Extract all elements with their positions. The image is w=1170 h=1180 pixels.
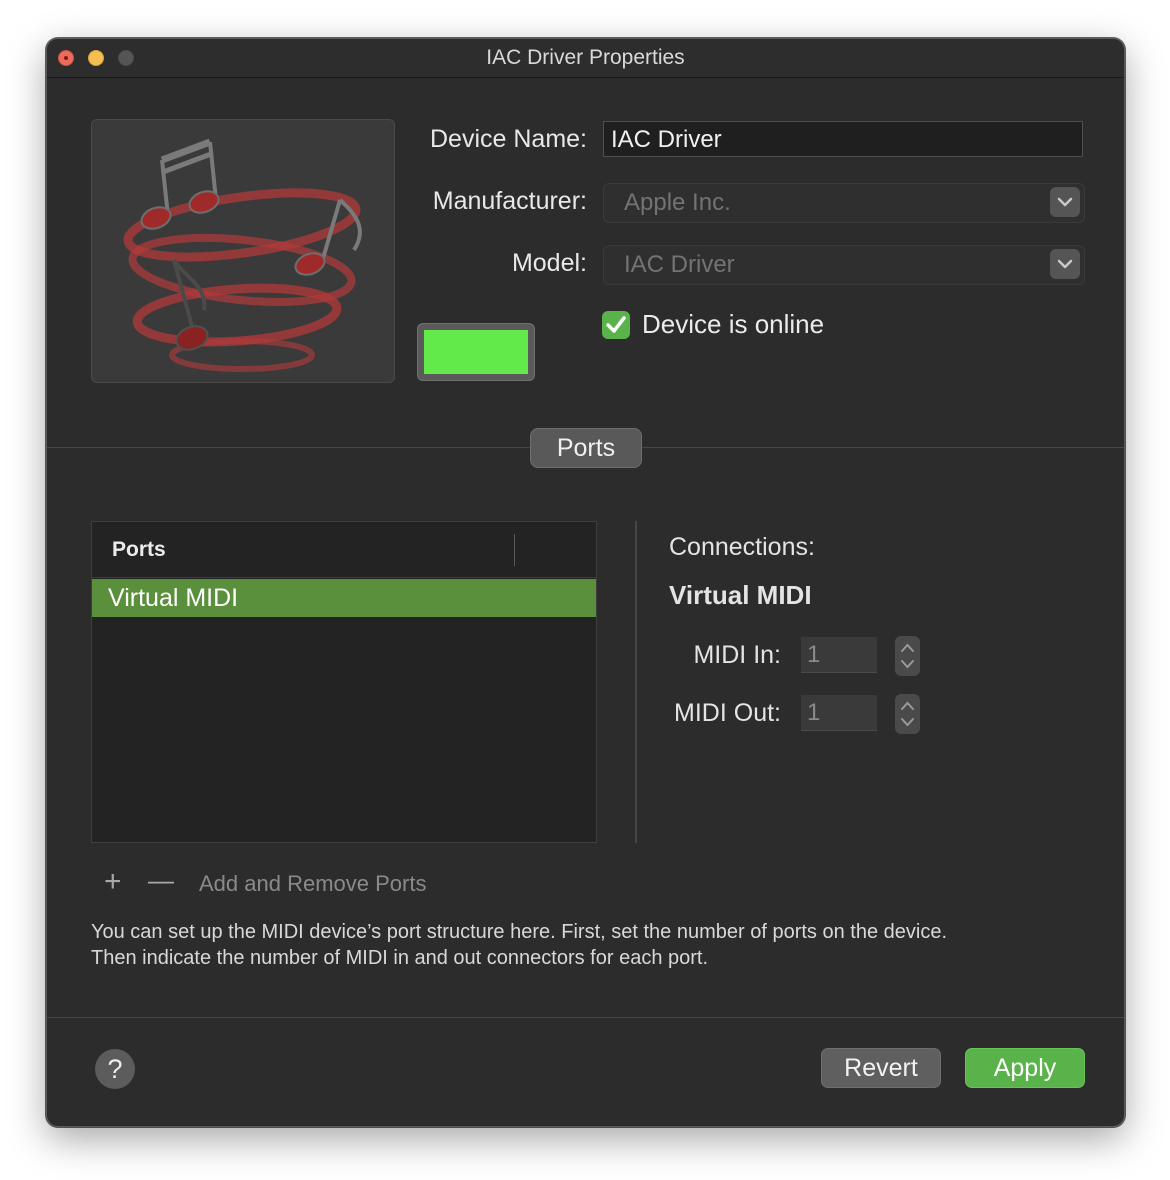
device-icon-well[interactable] [91,119,395,383]
properties-window: IAC Driver Properties Device Name: IAC D… [46,38,1125,1127]
window-title: IAC Driver Properties [486,46,685,69]
manufacturer-popup[interactable]: Apple Inc. [603,183,1085,223]
chevron-down-icon [1050,187,1080,217]
add-remove-ports-label: Add and Remove Ports [199,871,427,896]
ports-table-header[interactable]: Ports [92,522,596,578]
ports-table: Ports Virtual MIDI [91,521,597,843]
manufacturer-value: Apple Inc. [624,189,731,216]
color-swatch [424,330,528,374]
midi-in-label: MIDI In: [693,641,781,669]
ports-column-header[interactable]: Ports [112,538,166,562]
help-description: You can set up the MIDI device’s port st… [91,919,1051,971]
tab-ports[interactable]: Ports [530,428,642,468]
remove-port-button[interactable]: — [148,865,174,896]
footer-divider [47,1017,1124,1018]
help-button[interactable]: ? [95,1049,135,1089]
checkmark-icon [606,316,626,333]
help-line-2: Then indicate the number of MIDI in and … [91,947,709,969]
table-row[interactable]: Virtual MIDI [92,579,596,617]
model-popup[interactable]: IAC Driver [603,245,1085,285]
titlebar[interactable]: IAC Driver Properties [47,39,1124,78]
connections-heading: Connections: [669,533,815,561]
model-value: IAC Driver [624,251,735,278]
midi-out-field[interactable]: 1 [801,695,877,731]
add-port-button[interactable]: + [104,865,122,899]
apply-button[interactable]: Apply [965,1048,1085,1088]
midi-in-stepper[interactable] [895,636,920,676]
music-notes-icon [123,138,362,372]
connections-port-name: Virtual MIDI [669,580,812,610]
midi-in-field[interactable]: 1 [801,637,877,673]
device-name-field[interactable]: IAC Driver [603,121,1083,157]
stepper-arrows-icon [901,701,914,727]
vertical-separator [635,521,637,843]
device-online-checkbox[interactable] [602,311,630,339]
column-separator[interactable] [514,534,515,566]
model-label: Model: [511,249,587,277]
help-line-1: You can set up the MIDI device’s port st… [91,921,947,943]
device-color-well[interactable] [417,323,535,381]
revert-button[interactable]: Revert [821,1048,941,1088]
midi-out-stepper[interactable] [895,694,920,734]
device-online-label[interactable]: Device is online [642,309,824,340]
chevron-down-icon [1050,249,1080,279]
midi-out-label: MIDI Out: [674,699,781,727]
device-name-label: Device Name: [430,125,587,153]
manufacturer-label: Manufacturer: [432,187,587,215]
stepper-arrows-icon [901,643,914,669]
